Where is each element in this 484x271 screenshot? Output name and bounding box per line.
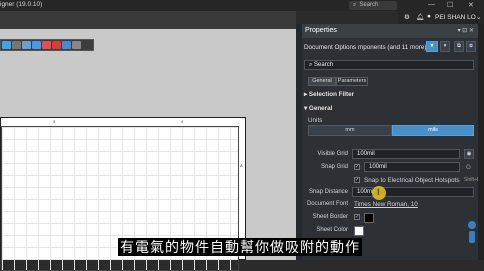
eye-icon: ◉ — [466, 151, 472, 157]
paste-button[interactable]: ⧈ — [466, 41, 476, 52]
pin-icon[interactable]: ▾ ⊡ ✕ — [458, 24, 474, 38]
tab-general[interactable]: General — [308, 77, 336, 86]
units-mils-label: mils — [428, 127, 438, 133]
user-bar: ⚙ 🔔︎ ● PEI SHAN LO ⌄ — [398, 11, 484, 24]
bell-icon[interactable]: 🔔︎ — [416, 13, 424, 21]
tab-parameters-label: Parameters — [337, 78, 367, 84]
eye-toggle[interactable]: ◉ — [464, 149, 474, 159]
units-mm-label: mm — [345, 127, 355, 133]
app-title: igner (19.0.10) — [0, 1, 43, 8]
tab-general-label: General — [312, 78, 332, 84]
right-edge-strip — [478, 24, 484, 260]
snap-grid-input[interactable]: 100mil — [364, 162, 460, 172]
visible-grid-input[interactable]: 100mil — [352, 149, 460, 159]
filter-icon[interactable] — [2, 41, 11, 49]
minimize-icon[interactable]: — — [428, 1, 435, 8]
select-icon[interactable] — [22, 41, 31, 49]
copy-button[interactable]: ⧉ — [454, 41, 464, 52]
gear-icon[interactable]: ⚙ — [404, 13, 410, 21]
units-label: Units — [308, 117, 323, 124]
chevron-down-icon: ▾ — [443, 43, 447, 49]
active-bar — [0, 39, 94, 51]
align-icon[interactable] — [32, 41, 41, 49]
panel-search-input[interactable]: ⌕ Search — [304, 60, 474, 70]
close-icon[interactable]: ✕ — [468, 1, 474, 9]
move-icon[interactable] — [12, 41, 21, 49]
doc-options-label: Document Options — [304, 44, 357, 51]
ruler-label: 3 — [53, 119, 56, 124]
sheet-border-color-swatch[interactable] — [364, 213, 374, 223]
general-section[interactable]: ▾ General — [304, 105, 332, 112]
shape-icon[interactable] — [72, 41, 81, 49]
panel-header: Properties ▾ ⊡ ✕ — [302, 24, 478, 38]
place-wire-icon[interactable] — [42, 41, 51, 49]
filter-dropdown[interactable]: ▾ — [440, 41, 450, 52]
filter-button[interactable]: ▼ — [426, 41, 438, 52]
document-font-link[interactable]: Times New Roman, 10 — [354, 201, 418, 208]
panel-title: Properties — [305, 27, 337, 34]
sheet-color-label: Sheet Color — [316, 227, 348, 233]
filter-icon: ▼ — [429, 43, 435, 49]
snap-grid-checkbox[interactable]: ✓ — [354, 164, 360, 170]
power-icon[interactable] — [52, 41, 61, 49]
chevron-down-icon[interactable]: ⌄ — [476, 13, 481, 21]
panel-search-placeholder: Search — [314, 62, 334, 68]
toolbar — [0, 11, 296, 29]
snap-grid-shortcut: G — [466, 164, 471, 171]
units-mils-button[interactable]: mils — [392, 125, 474, 136]
global-search-label: Search — [359, 2, 379, 8]
search-icon: ⌕ — [309, 62, 313, 68]
sheet-color-swatch[interactable] — [354, 226, 364, 236]
user-icon[interactable]: ● — [427, 13, 431, 20]
general-section-label: General — [308, 105, 333, 112]
search-icon: ⌕ — [353, 2, 357, 8]
sheet-border-label: Sheet Border — [312, 214, 348, 220]
document-font-label: Document Font — [306, 201, 348, 207]
ruler-label: A — [240, 163, 243, 168]
snap-hotspots-checkbox[interactable]: ✓ — [354, 177, 360, 183]
snap-distance-input[interactable]: 100mil — [352, 187, 474, 197]
snap-distance-label: Snap Distance — [308, 189, 348, 195]
snap-grid-label: Snap Grid — [320, 164, 348, 170]
maximize-icon[interactable]: ☐ — [447, 1, 453, 9]
sheet-border-checkbox[interactable]: ✓ — [354, 214, 360, 220]
tab-parameters[interactable]: Parameters — [336, 77, 368, 86]
user-name[interactable]: PEI SHAN LO — [435, 14, 476, 21]
text-icon[interactable] — [62, 41, 71, 49]
logo-icon — [468, 221, 476, 243]
paste-icon: ⧈ — [469, 43, 473, 49]
doc-options-value: mponents (and 11 more) — [358, 44, 427, 51]
visible-grid-label: Visible Grid — [317, 151, 348, 157]
ruler-label: 4 — [181, 119, 184, 124]
properties-panel: Properties ▾ ⊡ ✕ Document Options mponen… — [302, 24, 480, 260]
global-search[interactable]: ⌕ Search — [349, 1, 397, 10]
snap-hotspots-label: Snap to Electrical Object Hotspots — [364, 177, 460, 184]
video-subtitle: 有電氣的物件自動幫你做吸附的動作 — [118, 238, 362, 256]
title-bar: igner (19.0.10) ⌕ Search — ☐ ✕ — [0, 0, 484, 11]
selection-filter-label: Selection Filter — [308, 91, 355, 98]
copy-icon: ⧉ — [457, 43, 461, 49]
selection-filter-section[interactable]: ▸ Selection Filter — [304, 91, 354, 98]
text-cursor-icon: I — [377, 187, 380, 197]
units-mm-button[interactable]: mm — [308, 125, 392, 136]
